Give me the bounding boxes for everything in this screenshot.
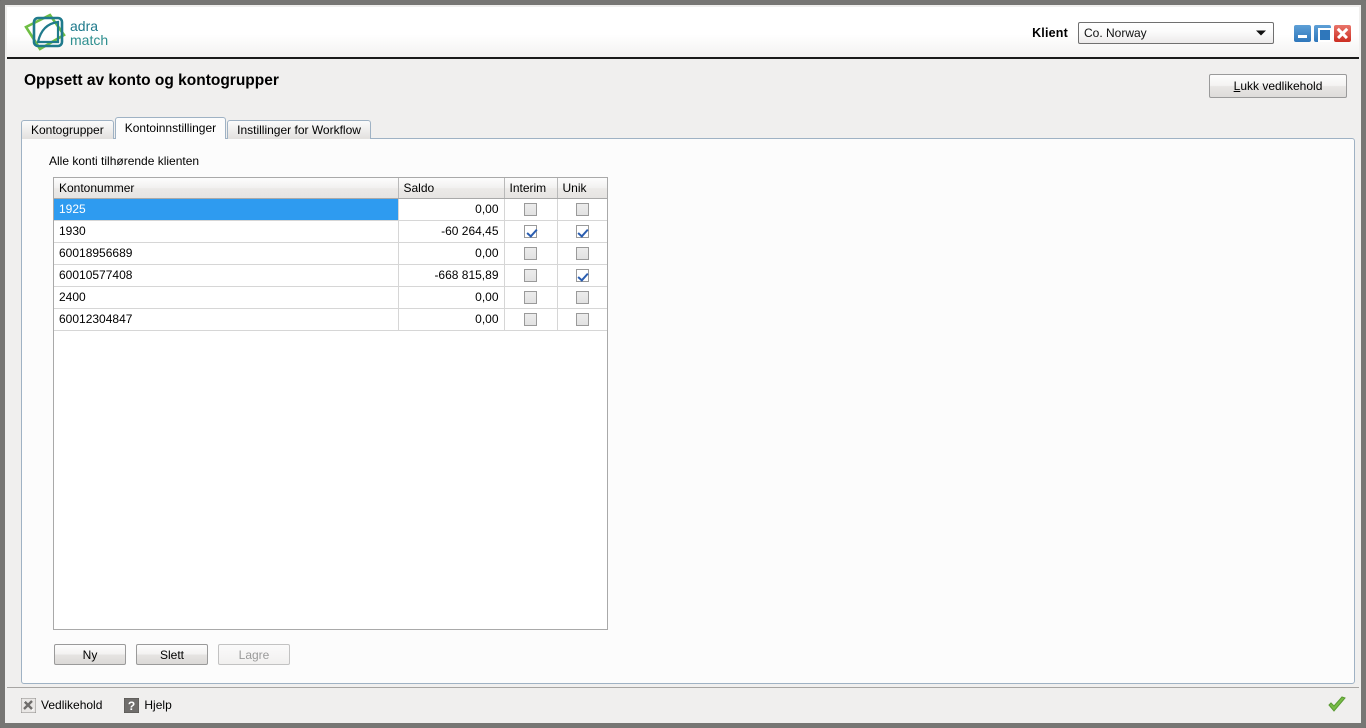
tab-strip: Kontogrupper Kontoinnstillinger Instilli…	[21, 117, 372, 140]
table-row[interactable]: 60010577408 -668 815,89	[54, 264, 607, 287]
unik-checkbox[interactable]	[575, 313, 589, 327]
column-header-interim[interactable]: Interim	[504, 178, 558, 199]
cell-saldo: -60 264,45	[398, 220, 505, 243]
svg-text:?: ?	[128, 699, 135, 713]
cell-kontonummer[interactable]: 60018956689	[54, 242, 399, 265]
cell-interim[interactable]	[504, 286, 558, 309]
cell-kontonummer[interactable]: 1930	[54, 220, 399, 243]
close-maintenance-accel: L	[1233, 79, 1241, 93]
cell-saldo: 0,00	[398, 286, 505, 309]
tab-kontogrupper[interactable]: Kontogrupper	[21, 120, 114, 139]
table-row[interactable]: 60018956689 0,00	[54, 242, 607, 265]
interim-checkbox[interactable]	[524, 313, 537, 327]
status-bar: Vedlikehold ? Hjelp	[7, 687, 1359, 721]
interim-checkbox[interactable]	[524, 247, 537, 261]
unik-checkbox[interactable]	[575, 203, 589, 217]
maximize-icon[interactable]	[1314, 24, 1332, 42]
cell-interim[interactable]	[504, 308, 558, 331]
chevron-down-icon	[1256, 30, 1266, 36]
cell-saldo: 0,00	[398, 198, 505, 221]
action-buttons: Ny Slett Lagre	[54, 644, 290, 665]
unik-checkbox[interactable]	[575, 269, 589, 283]
table-body: 1925 0,00 1930 -60 264,45 60018956689 0,00 600…	[54, 198, 607, 331]
cell-unik[interactable]	[557, 308, 607, 331]
tab-instillinger-for-workflow[interactable]: Instillinger for Workflow	[227, 120, 371, 139]
status-item-hjelp[interactable]: ? Hjelp	[124, 697, 172, 713]
cell-interim[interactable]	[504, 220, 558, 243]
column-header-saldo[interactable]: Saldo	[398, 178, 505, 199]
cell-interim[interactable]	[504, 242, 558, 265]
title-bar: adra match Klient Co. Norway	[7, 7, 1359, 59]
page-header: Oppsett av konto og kontogrupper Lukk ve…	[7, 61, 1359, 109]
status-label-vedlikehold: Vedlikehold	[41, 698, 103, 712]
cell-unik[interactable]	[557, 198, 607, 221]
accounts-grid[interactable]: Kontonummer Saldo Interim Unik 1925 0,00 1…	[53, 177, 608, 630]
unik-checkbox[interactable]	[575, 247, 589, 261]
cell-saldo: -668 815,89	[398, 264, 505, 287]
table-row[interactable]: 2400 0,00	[54, 286, 607, 309]
interim-checkbox[interactable]	[524, 225, 537, 239]
client-label: Klient	[1032, 26, 1068, 40]
column-header-unik[interactable]: Unik	[557, 178, 607, 199]
close-maintenance-button[interactable]: Lukk vedlikehold	[1209, 74, 1347, 98]
table-row[interactable]: 1930 -60 264,45	[54, 220, 607, 243]
interim-checkbox[interactable]	[524, 291, 537, 305]
close-maintenance-label: ukk vedlikehold	[1240, 79, 1323, 93]
save-button: Lagre	[218, 644, 290, 665]
application-window: adra match Klient Co. Norway Oppsett av …	[0, 0, 1366, 728]
new-button[interactable]: Ny	[54, 644, 126, 665]
cell-kontonummer[interactable]: 1925	[54, 198, 399, 221]
unik-checkbox[interactable]	[575, 291, 589, 305]
cell-saldo: 0,00	[398, 308, 505, 331]
client-select[interactable]: Co. Norway	[1078, 22, 1274, 44]
titlebar-right-group: Klient Co. Norway	[1032, 7, 1351, 59]
delete-button[interactable]: Slett	[136, 644, 208, 665]
page-title: Oppsett av konto og kontogrupper	[24, 72, 279, 89]
client-select-value: Co. Norway	[1084, 26, 1147, 40]
unik-checkbox[interactable]	[575, 225, 589, 239]
table-row[interactable]: 60012304847 0,00	[54, 308, 607, 331]
svg-text:match: match	[70, 32, 108, 48]
tab-kontoinnstillinger[interactable]: Kontoinnstillinger	[114, 117, 227, 140]
close-icon[interactable]	[1334, 24, 1351, 42]
adra-match-logo: adra match	[20, 13, 128, 55]
cell-interim[interactable]	[504, 198, 558, 221]
help-icon: ?	[124, 697, 140, 713]
cell-unik[interactable]	[557, 264, 607, 287]
cell-kontonummer[interactable]: 60010577408	[54, 264, 399, 287]
table-header-row: Kontonummer Saldo Interim Unik	[54, 178, 607, 199]
tab-panel: Alle konti tilhørende klienten Kontonumm…	[21, 138, 1355, 684]
cell-unik[interactable]	[557, 220, 607, 243]
cell-kontonummer[interactable]: 60012304847	[54, 308, 399, 331]
cell-kontonummer[interactable]: 2400	[54, 286, 399, 309]
panel-label: Alle konti tilhørende klienten	[49, 154, 200, 168]
tools-icon	[21, 697, 36, 713]
column-header-kontonummer[interactable]: Kontonummer	[54, 178, 399, 199]
status-item-vedlikehold[interactable]: Vedlikehold	[21, 697, 103, 713]
cell-unik[interactable]	[557, 286, 607, 309]
cell-interim[interactable]	[504, 264, 558, 287]
status-label-hjelp: Hjelp	[144, 698, 172, 712]
minimize-icon[interactable]	[1294, 24, 1311, 42]
green-check-icon	[1327, 695, 1347, 715]
interim-checkbox[interactable]	[524, 269, 537, 283]
cell-unik[interactable]	[557, 242, 607, 265]
window-controls	[1294, 24, 1351, 42]
interim-checkbox[interactable]	[524, 203, 537, 217]
table-row[interactable]: 1925 0,00	[54, 198, 607, 221]
cell-saldo: 0,00	[398, 242, 505, 265]
